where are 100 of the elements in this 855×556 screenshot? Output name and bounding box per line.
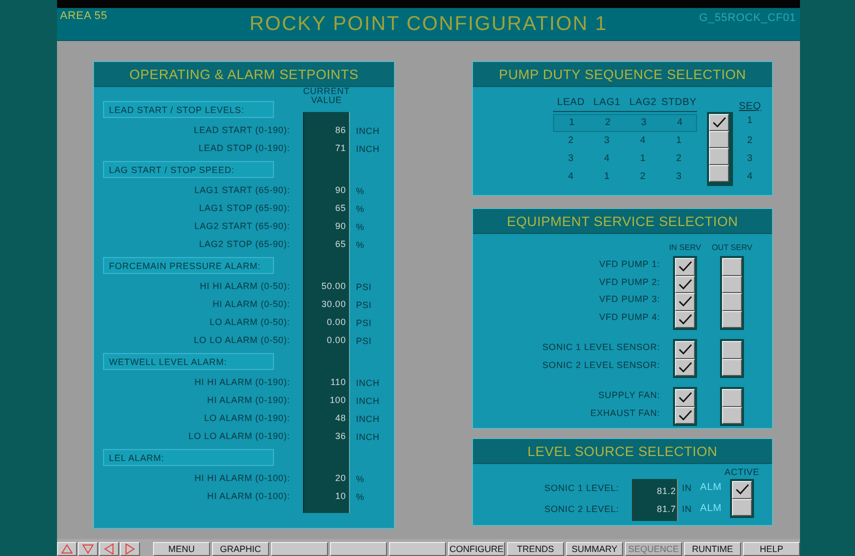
- value-field[interactable]: 90: [303, 217, 350, 235]
- value-field[interactable]: 86: [303, 121, 350, 139]
- unit-label: INCH: [356, 396, 380, 406]
- unit-label: %: [356, 492, 364, 502]
- value-field[interactable]: 71: [303, 139, 350, 157]
- sequence-number: 3: [746, 152, 754, 166]
- setpoint-label: LEAD START (0-190):: [194, 124, 290, 137]
- checkbox[interactable]: [709, 148, 729, 165]
- unit-label: INCH: [356, 378, 380, 388]
- checkbox[interactable]: [722, 358, 742, 376]
- checkbox[interactable]: [732, 498, 752, 516]
- column-heading: ACTIVE: [724, 466, 760, 478]
- setpoint-label: HI HI ALARM (0-100):: [194, 472, 290, 485]
- checkbox[interactable]: [722, 310, 742, 328]
- setpoint-label: HI ALARM (0-100):: [207, 490, 290, 503]
- unit-label: INCH: [356, 432, 380, 442]
- table-cell-text: 2: [639, 170, 647, 184]
- checkbox[interactable]: [709, 165, 729, 182]
- value-field[interactable]: 30.00: [303, 295, 350, 313]
- column-heading: OUT SERV: [710, 242, 754, 254]
- unit-label: %: [356, 186, 364, 196]
- checkbox[interactable]: [675, 406, 695, 424]
- value-field[interactable]: 48: [303, 409, 350, 427]
- equipment-label: SUPPLY FAN:: [597, 389, 661, 402]
- value-field[interactable]: 65: [303, 235, 350, 253]
- unit-label: %: [356, 204, 364, 214]
- checkbox[interactable]: [722, 406, 742, 424]
- table-cell-text: 1: [639, 152, 647, 166]
- checkbox[interactable]: [722, 341, 742, 358]
- toolbar-button[interactable]: SUMMARY: [566, 542, 623, 556]
- value-field[interactable]: 50.00: [303, 277, 350, 295]
- level-value: 81.2: [632, 479, 678, 500]
- checkbox[interactable]: [722, 276, 742, 293]
- equipment-label: VFD PUMP 4:: [598, 310, 661, 324]
- setpoint-label: LO LO ALARM (0-190):: [188, 430, 290, 443]
- checkbox[interactable]: [675, 341, 695, 358]
- checkbox[interactable]: [675, 389, 695, 406]
- unit-label: %: [356, 240, 364, 250]
- checkbox[interactable]: [722, 293, 742, 310]
- toolbar-button[interactable]: MENU: [153, 542, 210, 556]
- column-heading: IN SERV: [668, 242, 702, 254]
- table-cell-text: 2: [567, 134, 575, 148]
- column-heading: CURRENT VALUE: [302, 87, 351, 105]
- checkbox[interactable]: [709, 131, 729, 148]
- toolbar-button[interactable]: CONFIGURE: [448, 542, 505, 556]
- toolbar-button[interactable]: HELP: [743, 542, 800, 556]
- equipment-label: VFD PUMP 1:: [598, 258, 661, 271]
- equipment-label: SONIC 1 LEVEL SENSOR:: [541, 341, 661, 354]
- blank-button[interactable]: [330, 542, 387, 556]
- value-field[interactable]: 10: [303, 487, 350, 505]
- toolbar-button[interactable]: GRAPHIC: [212, 542, 269, 556]
- value-field[interactable]: 90: [303, 181, 350, 199]
- value-field[interactable]: 20: [303, 469, 350, 487]
- down-arrow-button[interactable]: [78, 542, 98, 556]
- value-field[interactable]: 0.00: [303, 331, 350, 349]
- right-arrow-button[interactable]: [120, 542, 140, 556]
- group-heading: LAG START / STOP SPEED:: [103, 161, 274, 178]
- checkbox[interactable]: [675, 276, 695, 293]
- left-arrow-button[interactable]: [99, 542, 119, 556]
- checkbox[interactable]: [709, 114, 729, 131]
- setpoint-label: HI HI ALARM (0-50):: [200, 280, 290, 293]
- setpoint-label: HI HI ALARM (0-190):: [194, 376, 290, 389]
- checkbox[interactable]: [675, 358, 695, 376]
- table-cell-text: 2: [675, 152, 683, 166]
- table-cell-text: 2: [604, 116, 612, 130]
- alarm-indicator: ALM: [700, 482, 722, 493]
- value-field[interactable]: 100: [303, 391, 350, 409]
- blank-button[interactable]: [389, 542, 446, 556]
- column-heading: LAG1: [589, 96, 625, 112]
- unit-label: PSI: [356, 336, 372, 346]
- value-field[interactable]: 0.00: [303, 313, 350, 331]
- column-heading: SEQ: [738, 101, 762, 112]
- checkbox[interactable]: [722, 389, 742, 406]
- level-label: SONIC 2 LEVEL:: [543, 503, 620, 516]
- up-arrow-button[interactable]: [57, 542, 77, 556]
- checkbox[interactable]: [675, 258, 695, 276]
- table-cell-text: 3: [675, 170, 683, 184]
- group-heading: WETWELL LEVEL ALARM:: [103, 353, 274, 370]
- checkbox[interactable]: [732, 481, 752, 498]
- equipment-label: VFD PUMP 2:: [598, 276, 661, 288]
- unit-label: PSI: [356, 300, 372, 310]
- checkbox[interactable]: [675, 310, 695, 328]
- toolbar-button[interactable]: TRENDS: [507, 542, 564, 556]
- unit-label: %: [356, 222, 364, 232]
- setpoint-label: LAG2 START (65-90):: [194, 220, 290, 233]
- value-field[interactable]: 65: [303, 199, 350, 217]
- value-field[interactable]: 110: [303, 373, 350, 391]
- table-cell-text: 3: [567, 152, 575, 166]
- checkbox[interactable]: [722, 258, 742, 276]
- sequence-row[interactable]: 1 2 3 4: [553, 114, 697, 132]
- column-heading: LEAD: [553, 96, 589, 112]
- table-cell-text: 1: [568, 116, 576, 130]
- unit-label: IN: [682, 504, 692, 514]
- panel-title: PUMP DUTY SEQUENCE SELECTION: [498, 66, 746, 82]
- blank-button[interactable]: [271, 542, 328, 556]
- screen-title: ROCKY POINT CONFIGURATION 1: [250, 12, 608, 36]
- toolbar-button[interactable]: RUNTIME: [684, 542, 741, 556]
- checkbox[interactable]: [675, 293, 695, 310]
- setpoint-label: LAG2 STOP (65-90):: [199, 238, 290, 251]
- value-field[interactable]: 36: [303, 427, 350, 445]
